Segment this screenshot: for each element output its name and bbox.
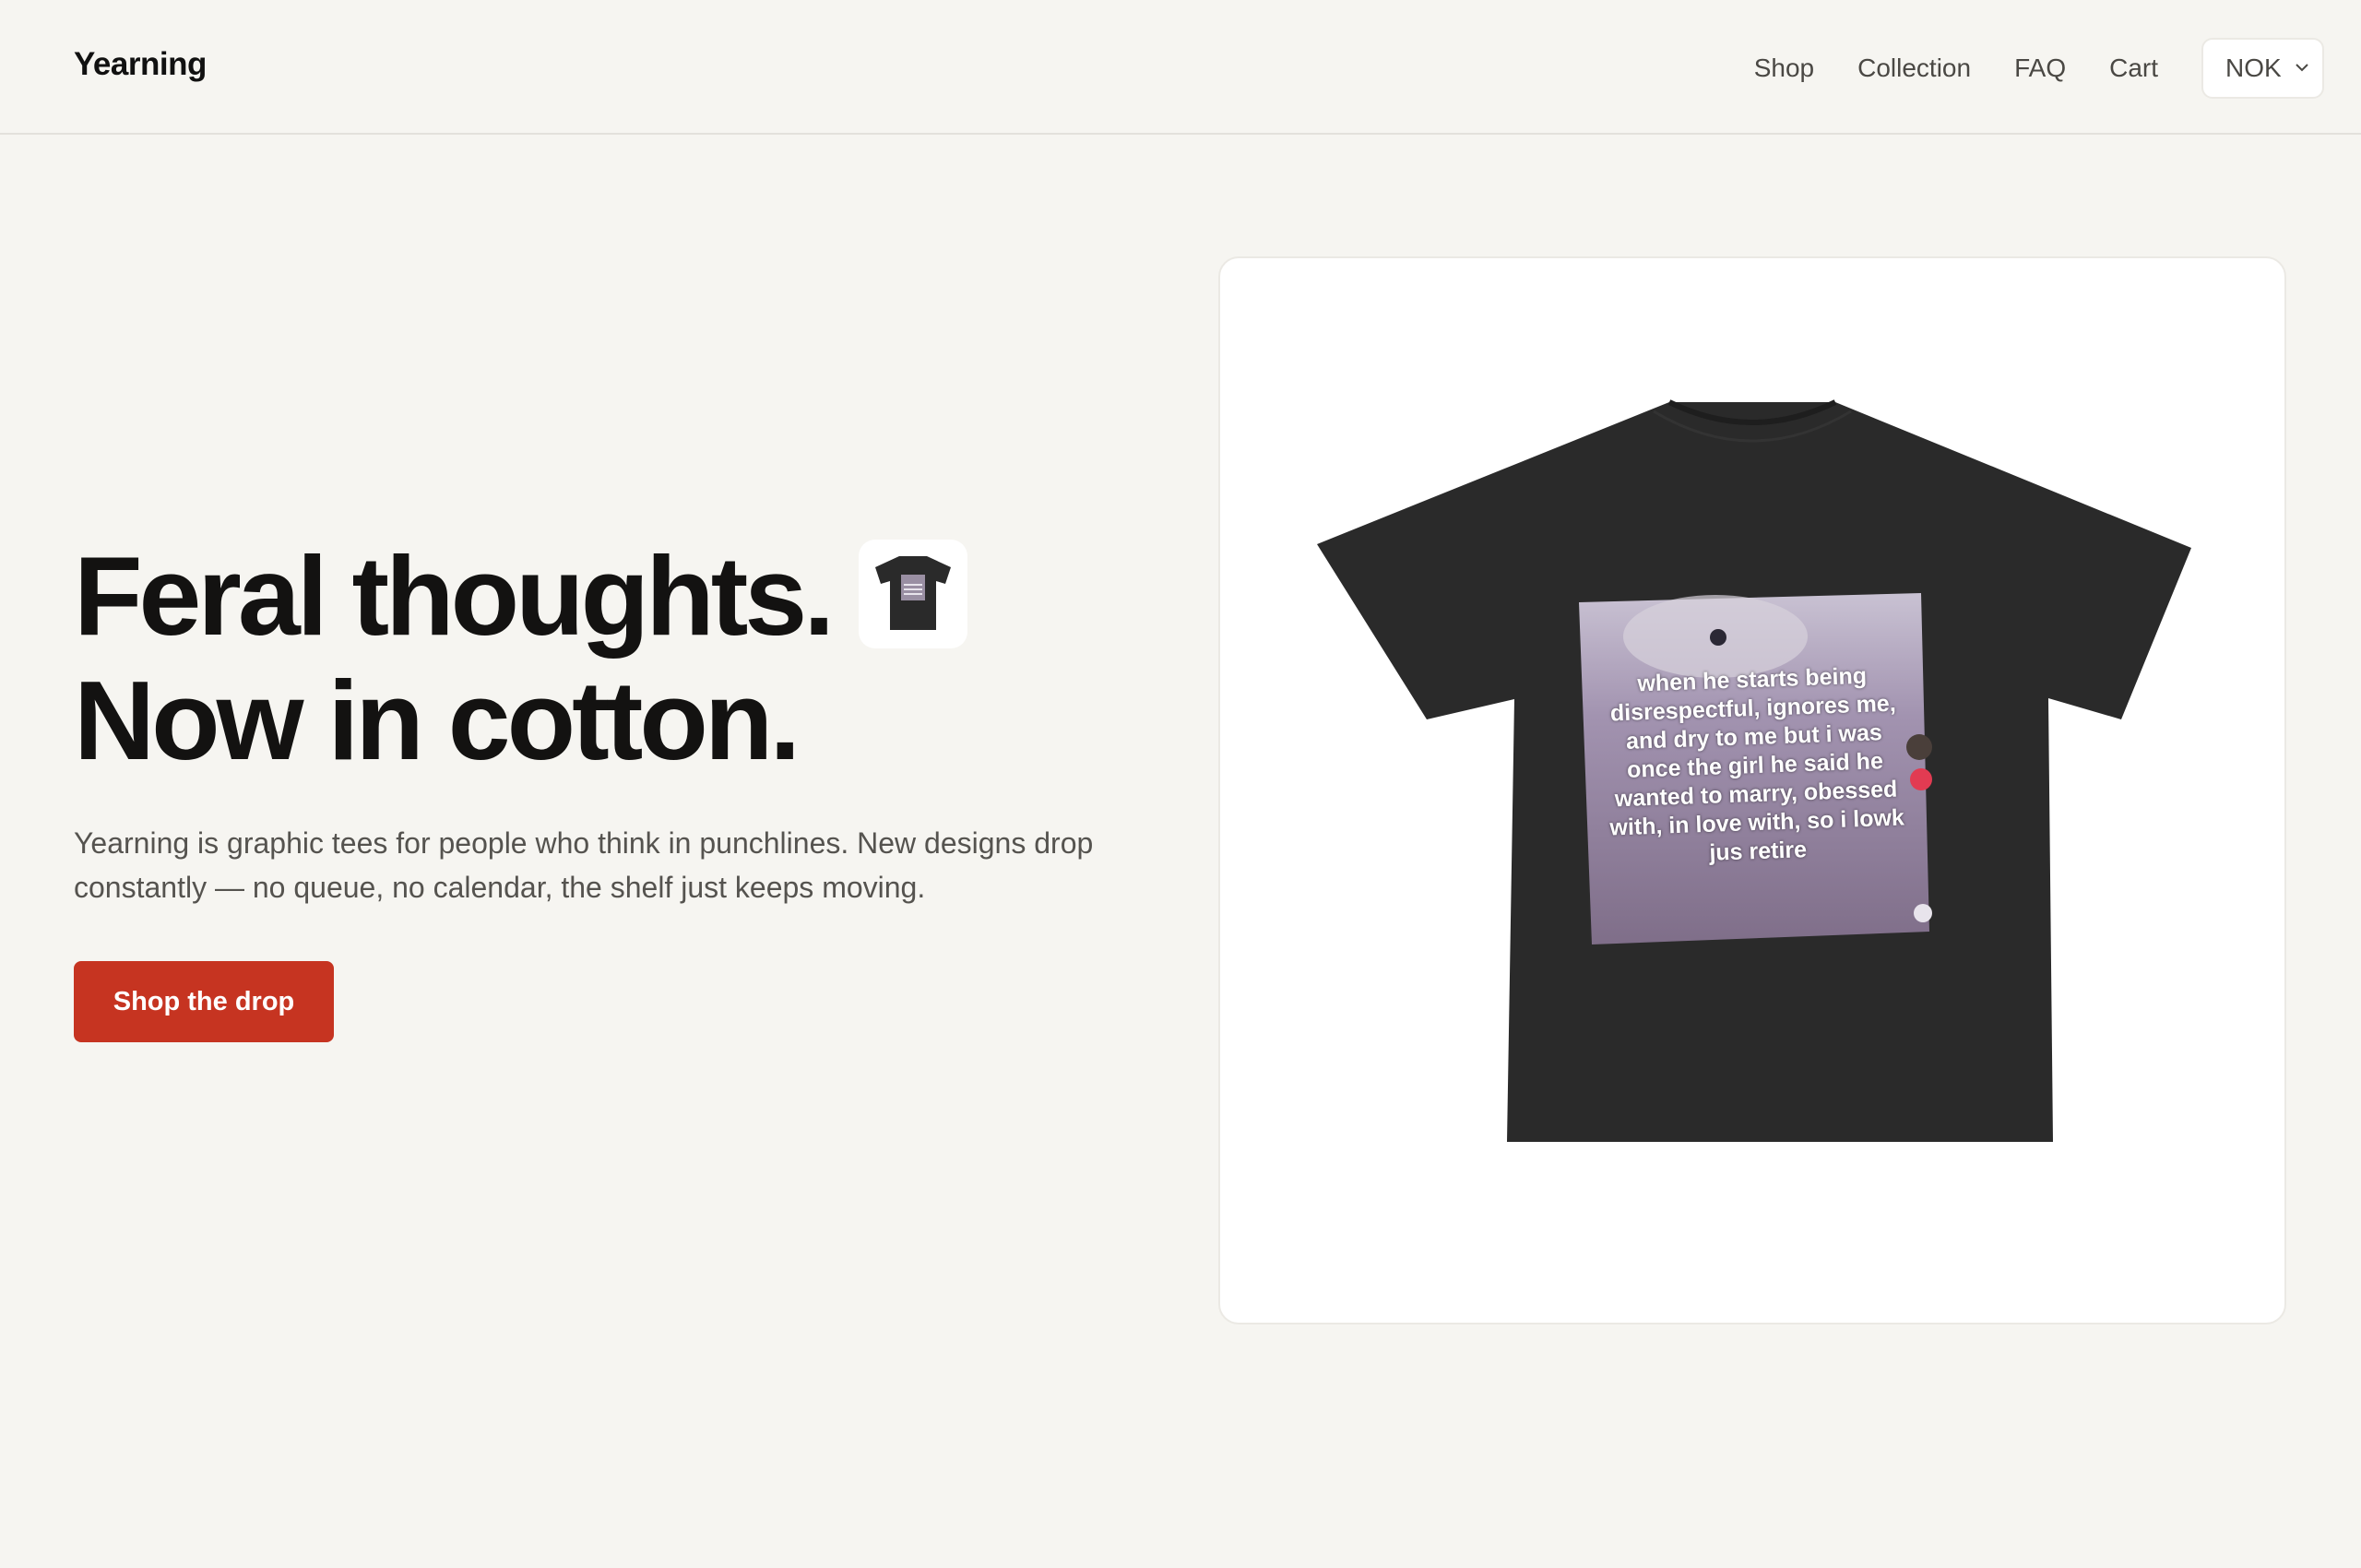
- tshirt-print-text: when he starts being disrespectful, igno…: [1609, 662, 1905, 866]
- hero-title-line-1: Feral thoughts.: [74, 533, 968, 659]
- nav-link-faq[interactable]: FAQ: [2014, 53, 2066, 83]
- chevron-down-icon: [2296, 64, 2308, 72]
- site-header: Yearning Shop Collection FAQ Cart NOK: [0, 0, 2361, 135]
- currency-value: NOK: [2225, 53, 2282, 82]
- tshirt-icon: [875, 555, 952, 630]
- hero-description: Yearning is graphic tees for people who …: [74, 826, 1094, 904]
- brand-logo[interactable]: Yearning: [74, 46, 207, 83]
- hero-title: Feral thoughts. Now in cotton.: [74, 533, 968, 783]
- nav-link-collection[interactable]: Collection: [1857, 53, 1971, 83]
- nav-link-cart[interactable]: Cart: [2109, 53, 2158, 83]
- currency-select[interactable]: NOK: [2201, 38, 2324, 99]
- nav-link-shop[interactable]: Shop: [1754, 53, 1814, 83]
- hero-title-line-2: Now in cotton.: [74, 657, 801, 783]
- main-nav: Shop Collection FAQ Cart NOK: [1754, 38, 2324, 99]
- shop-the-drop-button[interactable]: Shop the drop: [74, 961, 334, 1042]
- hero-title-text-1: Feral thoughts.: [74, 533, 835, 659]
- product-thumbnail[interactable]: [859, 539, 968, 648]
